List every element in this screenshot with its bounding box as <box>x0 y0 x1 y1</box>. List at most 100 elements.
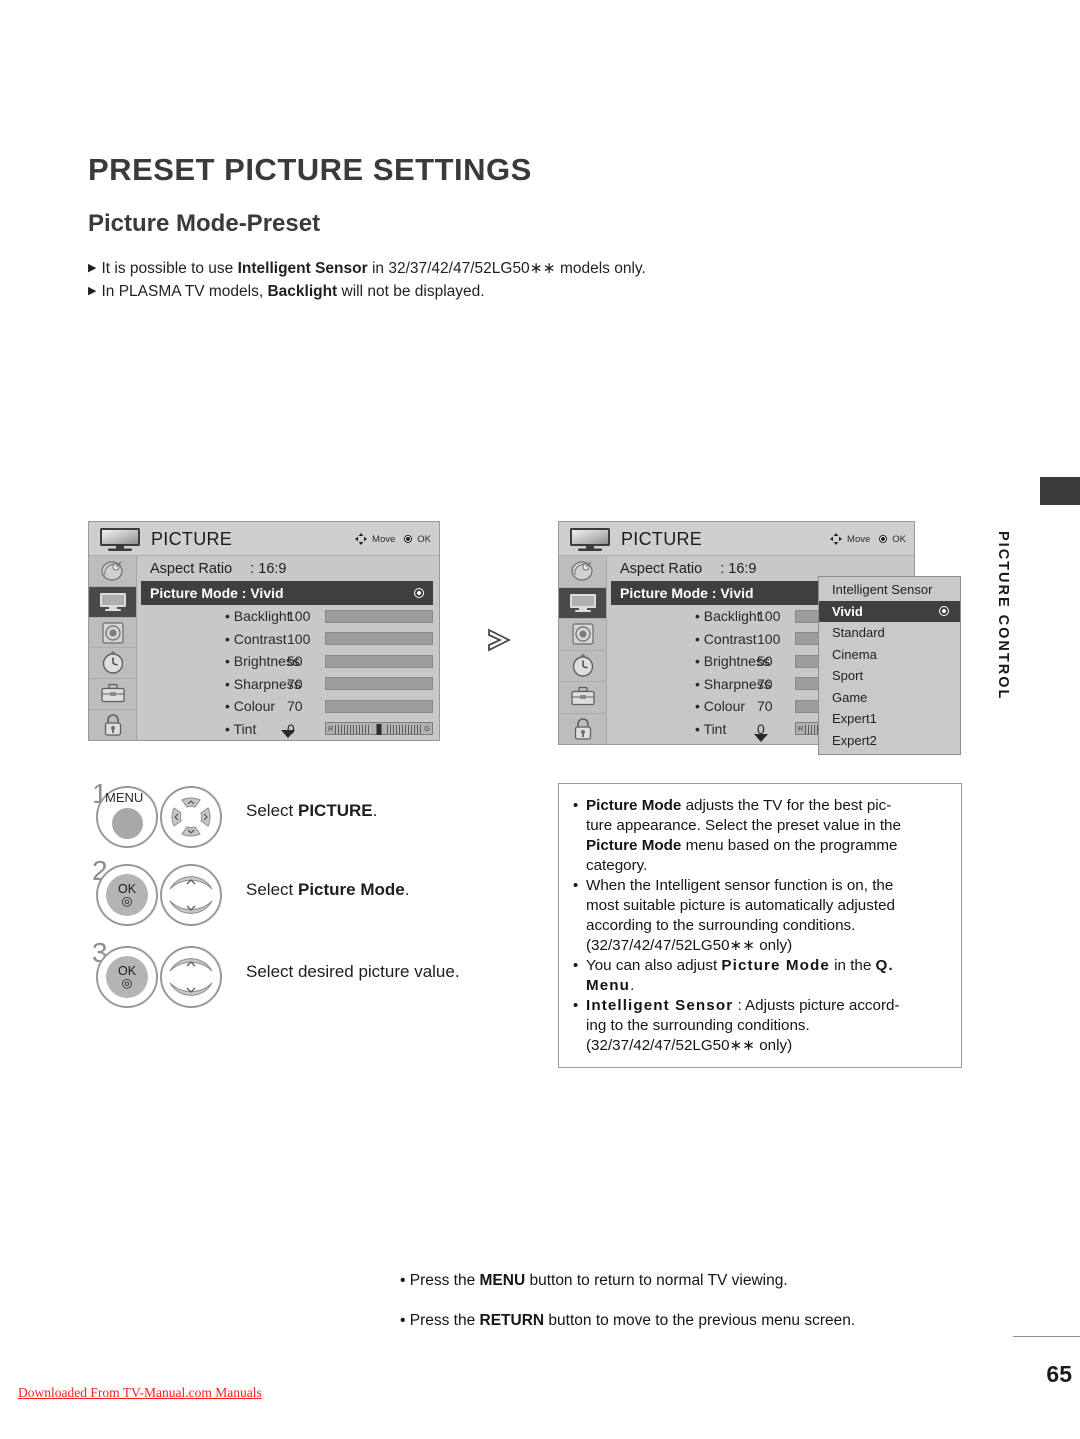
osd-header-2: PICTURE Move OK <box>559 522 914 556</box>
dropdown-option-intelligent-sensor[interactable]: Intelligent Sensor <box>819 579 960 601</box>
rail-item-satellite-dish[interactable] <box>89 556 136 587</box>
triangle-bullet-icon: ▶ <box>88 262 97 274</box>
picture-mode-dropdown[interactable]: Intelligent Sensor Vivid Standard Cinema Spo… <box>818 576 961 755</box>
osd-item-label: • Sharpness <box>695 675 771 692</box>
satellite-dish-icon <box>570 561 593 581</box>
osd-row-picture-mode[interactable]: Picture Mode : Vivid <box>141 581 433 605</box>
rail-item-audio[interactable] <box>89 618 136 649</box>
tint-right-mark: G <box>424 724 430 734</box>
osd-item-value: 70 <box>757 698 773 715</box>
osd-tint-slider[interactable]: RG <box>325 722 433 736</box>
info-box: Picture Mode adjusts the TV for the best… <box>558 783 962 1068</box>
osd-item-row[interactable]: • Contrast 100 <box>137 628 439 651</box>
rail-item-lock[interactable] <box>89 710 136 740</box>
footer-note-2: • Press the RETURN button to move to the… <box>400 1312 855 1330</box>
ok-radio-icon <box>404 535 413 543</box>
dropdown-option-expert1[interactable]: Expert1 <box>819 708 960 730</box>
osd-item-value: 50 <box>287 653 303 670</box>
osd-item-label: • Backlight <box>225 608 291 625</box>
osd-item-row[interactable]: • Colour 70 <box>137 695 439 718</box>
info-text-segment: Picture Mode <box>721 957 830 974</box>
osd-item-value: 70 <box>757 675 773 692</box>
osd-value-slider[interactable] <box>325 654 433 668</box>
osd-item-row[interactable]: • Brightness 50 <box>137 650 439 673</box>
footer-1-post: button to return to normal TV viewing. <box>525 1272 788 1289</box>
tint-knob[interactable] <box>376 724 382 736</box>
info-continuation-line: Menu. <box>573 976 947 996</box>
osd-value-slider[interactable] <box>325 609 433 623</box>
ok-button-3[interactable]: OK ◎ <box>106 956 148 998</box>
info-continuation-line: (32/37/42/47/52LG50∗∗ only) <box>573 936 947 956</box>
info-text-segment: according to the surrounding conditions. <box>586 917 856 934</box>
rail-item-audio[interactable] <box>559 619 606 651</box>
tv-picture-icon <box>569 593 596 612</box>
info-text-segment: adjusts the TV for the best pic- <box>681 797 892 814</box>
scroll-down-caret-icon[interactable] <box>753 734 768 742</box>
osd-nav-hint-2: Move OK <box>830 533 906 545</box>
osd-item-value: 70 <box>287 675 303 692</box>
updown-pad-3[interactable] <box>160 946 222 1013</box>
ok-hint-label-2: OK <box>892 533 906 545</box>
updown-pad-2[interactable] <box>160 864 222 931</box>
clock-time-icon <box>572 654 593 677</box>
footer-bullet-icon: • <box>400 1312 410 1329</box>
info-text-segment: Menu <box>586 977 631 994</box>
osd-value-slider[interactable] <box>325 699 433 713</box>
padlock-lock-icon <box>574 718 591 740</box>
osd-item-label: • Sharpness <box>225 675 301 692</box>
osd-nav-hint: Move OK <box>355 533 431 545</box>
info-text-segment: Intelligent Sensor <box>586 997 734 1014</box>
osd-header: PICTURE Move OK <box>89 522 439 556</box>
osd-value-slider[interactable] <box>325 677 433 691</box>
aspect-ratio-label: Aspect Ratio <box>150 560 233 577</box>
ok-radio-icon <box>879 535 888 543</box>
rail-item-option[interactable] <box>89 679 136 711</box>
info-text-segment: ing to the surrounding conditions. <box>586 1017 810 1034</box>
dropdown-option-sport[interactable]: Sport <box>819 665 960 687</box>
osd-item-label: • Contrast <box>225 630 287 647</box>
ok-button-2[interactable]: OK ◎ <box>106 874 148 916</box>
osd-item-row[interactable]: • Backlight 100 <box>137 605 439 628</box>
rail-item-picture[interactable] <box>89 586 136 618</box>
ok-center-dot-icon: ◎ <box>121 894 133 908</box>
dropdown-option-cinema[interactable]: Cinema <box>819 644 960 666</box>
menu-button-label: MENU <box>105 790 144 805</box>
rail-item-picture[interactable] <box>559 587 606 619</box>
info-text-segment: Q. <box>875 957 894 974</box>
satellite-dish-icon <box>100 561 123 581</box>
step-3-text: Select desired picture value. <box>246 962 460 982</box>
tv-picture-icon <box>99 592 126 611</box>
osd-value-slider[interactable] <box>325 632 433 646</box>
dropdown-option-label: Intelligent Sensor <box>832 582 933 598</box>
dropdown-option-standard[interactable]: Standard <box>819 622 960 644</box>
dropdown-option-expert2[interactable]: Expert2 <box>819 730 960 752</box>
info-text-segment: (32/37/42/47/52LG50∗∗ only) <box>586 1037 793 1054</box>
side-tab-marker <box>1040 477 1080 505</box>
rail-item-satellite-dish[interactable] <box>559 556 606 588</box>
rail-item-time[interactable] <box>559 651 606 682</box>
dropdown-option-label: Expert2 <box>832 732 877 748</box>
rail-item-lock[interactable] <box>559 714 606 745</box>
dropdown-option-game[interactable]: Game <box>819 687 960 709</box>
rail-item-time[interactable] <box>89 648 136 680</box>
osd-item-label: • Contrast <box>695 630 757 647</box>
dropdown-option-label: Vivid <box>832 603 863 619</box>
info-text-segment: You can also adjust <box>586 957 722 974</box>
osd-row-aspect-ratio[interactable]: Aspect Ratio : 16:9 <box>137 556 439 581</box>
osd-item-value: 100 <box>757 630 781 647</box>
menu-button[interactable] <box>112 808 143 839</box>
note-line-2: ▶ In PLASMA TV models, Backlight will not… <box>88 283 485 301</box>
step-3-text-pre: Select desired picture value. <box>246 962 460 981</box>
rail-item-option[interactable] <box>559 682 606 714</box>
osd-item-value: 100 <box>287 630 311 647</box>
tint-hatch-right <box>387 725 423 735</box>
tint-left-mark: R <box>798 724 804 734</box>
speaker-audio-icon <box>101 621 124 644</box>
dpad-4way[interactable] <box>160 786 222 853</box>
note-1-bold: Intelligent Sensor <box>237 260 368 277</box>
side-tab-label: PICTURE CONTROL <box>995 531 1011 701</box>
dropdown-option-vivid[interactable]: Vivid <box>819 600 960 622</box>
scroll-down-caret-icon[interactable] <box>281 730 295 738</box>
osd-item-value: 100 <box>287 608 311 625</box>
osd-item-row[interactable]: • Sharpness 70 <box>137 673 439 696</box>
